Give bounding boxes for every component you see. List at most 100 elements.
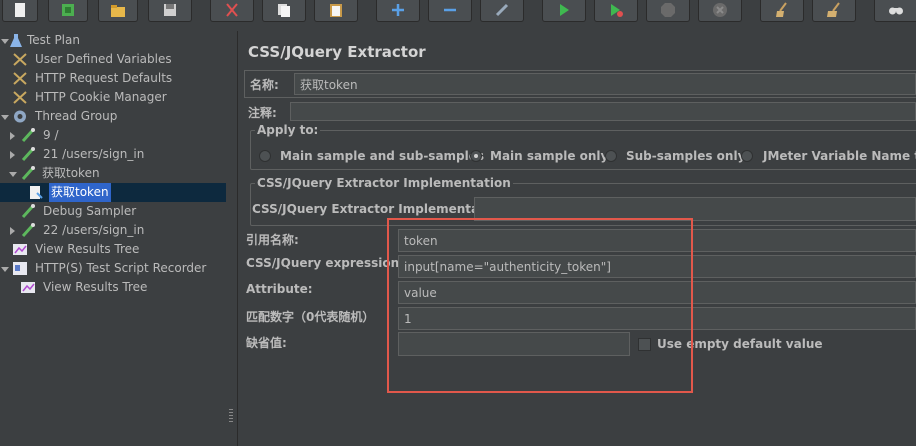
tree-item-label: Thread Group [35, 109, 118, 123]
sampler-pipette-icon [21, 166, 35, 181]
tree-item-test-script-recorder[interactable]: HTTP(S) Test Script Recorder [0, 259, 226, 278]
copy-icon [278, 4, 290, 17]
stop-button[interactable] [646, 0, 690, 22]
tree-item-label: View Results Tree [35, 242, 140, 256]
default-value-field[interactable] [398, 332, 630, 356]
implementation-select[interactable] [474, 197, 916, 221]
paste-button[interactable] [314, 0, 358, 22]
radio-jmeter-variable[interactable] [741, 150, 753, 162]
clear-all-button[interactable] [812, 0, 856, 22]
expand-arrow-icon[interactable] [10, 151, 15, 159]
attribute-label: Attribute: [246, 282, 313, 296]
start-button[interactable] [542, 0, 586, 22]
stop-icon [661, 3, 675, 17]
radio-label: Main sample and sub-samples [280, 149, 485, 163]
radio-sub-only[interactable] [605, 150, 617, 162]
tree-item-thread-group[interactable]: Thread Group [0, 107, 226, 126]
tree-item-label: View Results Tree [43, 280, 148, 294]
shutdown-icon [713, 3, 727, 17]
new-button[interactable] [2, 0, 38, 22]
css-expression-field[interactable]: input[name="authenticity_token"] [398, 255, 916, 278]
name-label: 名称: [250, 78, 279, 92]
tree-item-test-plan[interactable]: Test Plan [0, 31, 226, 50]
templates-icon [62, 4, 74, 16]
tree-item-debug-sampler[interactable]: Debug Sampler [0, 202, 226, 221]
start-no-pauses-button[interactable] [594, 0, 638, 22]
open-button[interactable] [98, 0, 138, 22]
splitter-grip-icon[interactable] [229, 409, 233, 423]
comment-label: 注释: [248, 106, 277, 120]
radio-main-and-sub[interactable] [259, 150, 271, 162]
tree-item-http-request-defaults[interactable]: HTTP Request Defaults [0, 69, 226, 88]
start-icon [560, 4, 569, 16]
toggle-button[interactable] [480, 0, 524, 22]
shutdown-button[interactable] [698, 0, 742, 22]
config-icon [13, 72, 27, 85]
reference-name-field[interactable]: token [398, 229, 916, 252]
test-plan-tree: Test Plan User Defined Variables HTTP Re… [0, 31, 226, 446]
name-field[interactable]: 获取token [294, 73, 916, 95]
tree-item-label-selected: 获取token [49, 183, 111, 202]
attribute-field[interactable]: value [398, 281, 916, 304]
main-toolbar [0, 0, 916, 31]
copy-button[interactable] [262, 0, 306, 22]
tree-item-label: HTTP(S) Test Script Recorder [35, 261, 207, 275]
tree-item-label: 22 /users/sign_in [43, 223, 145, 237]
reference-name-label: 引用名称: [246, 233, 299, 247]
radio-main-only[interactable] [470, 150, 482, 162]
save-button[interactable] [148, 0, 192, 22]
tree-item-label: HTTP Request Defaults [35, 71, 173, 85]
recorder-icon [13, 262, 27, 275]
expand-arrow-icon[interactable] [10, 227, 15, 235]
tree-item-view-results-tree-2[interactable]: View Results Tree [0, 278, 226, 297]
toggle-icon [495, 3, 509, 17]
test-plan-icon [10, 34, 22, 47]
tree-item-sampler-9[interactable]: 9 / [0, 126, 226, 145]
tree-item-get-token-extractor[interactable]: 获取token [0, 183, 226, 202]
css-expression-label: CSS/JQuery expression: [246, 256, 404, 270]
expand-arrow-icon[interactable] [10, 132, 15, 140]
tree-item-sampler-22[interactable]: 22 /users/sign_in [0, 221, 226, 240]
comment-field[interactable] [290, 102, 916, 121]
search-button[interactable] [874, 0, 916, 22]
tree-item-http-cookie-manager[interactable]: HTTP Cookie Manager [0, 88, 226, 107]
radio-label: JMeter Variable Name to us [763, 149, 916, 163]
save-icon [164, 4, 176, 16]
tree-item-label: 获取token [42, 166, 100, 180]
templates-button[interactable] [48, 0, 88, 22]
paste-icon [330, 4, 342, 17]
listener-chart-icon [13, 244, 27, 255]
radio-label: Main sample only [490, 149, 609, 163]
match-number-field[interactable]: 1 [398, 307, 916, 330]
tree-item-view-results-tree[interactable]: View Results Tree [0, 240, 226, 259]
collapse-icon [444, 8, 456, 12]
implementation-legend: CSS/JQuery Extractor Implementation [257, 176, 511, 190]
tree-item-get-token-sampler[interactable]: 获取token [0, 164, 226, 183]
collapse-arrow-icon[interactable] [1, 115, 9, 120]
clear-button[interactable] [760, 0, 804, 22]
open-icon [111, 5, 125, 17]
use-empty-default-label: Use empty default value [657, 337, 823, 351]
tree-item-sampler-21[interactable]: 21 /users/sign_in [0, 145, 226, 164]
match-number-label: 匹配数字（0代表随机） [246, 310, 375, 324]
cut-button[interactable] [210, 0, 254, 22]
radio-label: Sub-samples only [626, 149, 746, 163]
extractor-doc-icon [30, 186, 43, 199]
clear-icon [776, 2, 787, 17]
clear-all-icon [827, 2, 840, 17]
sampler-pipette-icon [21, 204, 35, 219]
collapse-all-button[interactable] [428, 0, 472, 22]
tree-item-label: User Defined Variables [35, 52, 172, 66]
split-pane-divider[interactable] [226, 31, 238, 446]
collapse-arrow-icon[interactable] [1, 267, 9, 272]
cut-icon [226, 3, 238, 17]
tree-item-label: Test Plan [27, 33, 80, 47]
use-empty-default-checkbox[interactable] [638, 338, 651, 351]
config-icon [13, 53, 27, 66]
tree-item-user-defined-variables[interactable]: User Defined Variables [0, 50, 226, 69]
implementation-label: CSS/JQuery Extractor Implementation [252, 202, 506, 216]
expand-all-button[interactable] [376, 0, 420, 22]
sampler-pipette-icon [21, 147, 35, 162]
collapse-arrow-icon[interactable] [9, 172, 17, 177]
expand-icon [392, 4, 404, 16]
